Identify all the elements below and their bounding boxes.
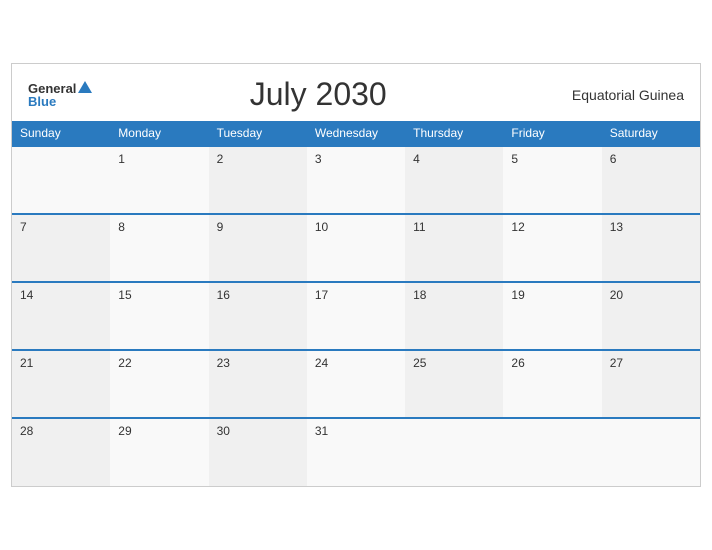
day-cell-w3-d3: 24 xyxy=(307,350,405,418)
day-num: 30 xyxy=(217,424,230,438)
day-cell-w2-d2: 16 xyxy=(209,282,307,350)
weekday-header-thursday: Thursday xyxy=(405,121,503,146)
day-num: 20 xyxy=(610,288,623,302)
day-num: 5 xyxy=(511,152,518,166)
weekday-header-sunday: Sunday xyxy=(12,121,110,146)
day-cell-w4-d3: 31 xyxy=(307,418,405,486)
calendar-grid: SundayMondayTuesdayWednesdayThursdayFrid… xyxy=(12,121,700,486)
day-cell-w2-d3: 17 xyxy=(307,282,405,350)
day-cell-w3-d2: 23 xyxy=(209,350,307,418)
day-num: 7 xyxy=(20,220,27,234)
day-cell-w1-d0: 7 xyxy=(12,214,110,282)
day-cell-w3-d0: 21 xyxy=(12,350,110,418)
weekday-header-monday: Monday xyxy=(110,121,208,146)
day-cell-w1-d4: 11 xyxy=(405,214,503,282)
day-cell-w4-d2: 30 xyxy=(209,418,307,486)
day-num: 18 xyxy=(413,288,426,302)
day-cell-w2-d6: 20 xyxy=(602,282,700,350)
day-num: 27 xyxy=(610,356,623,370)
day-num: 26 xyxy=(511,356,524,370)
day-cell-w4-d1: 29 xyxy=(110,418,208,486)
day-num: 21 xyxy=(20,356,33,370)
day-cell-w3-d6: 27 xyxy=(602,350,700,418)
day-num: 19 xyxy=(511,288,524,302)
day-cell-w1-d5: 12 xyxy=(503,214,601,282)
day-cell-w4-d0: 28 xyxy=(12,418,110,486)
day-cell-w0-d6: 6 xyxy=(602,146,700,214)
weekday-header-friday: Friday xyxy=(503,121,601,146)
day-cell-w4-d4 xyxy=(405,418,503,486)
day-num: 14 xyxy=(20,288,33,302)
day-num: 10 xyxy=(315,220,328,234)
day-cell-w2-d4: 18 xyxy=(405,282,503,350)
weekday-header-tuesday: Tuesday xyxy=(209,121,307,146)
day-cell-w0-d0 xyxy=(12,146,110,214)
calendar-container: General Blue July 2030 Equatorial Guinea… xyxy=(11,63,701,487)
day-cell-w2-d0: 14 xyxy=(12,282,110,350)
day-cell-w4-d5 xyxy=(503,418,601,486)
week-row-0: 1 2 3 4 5 6 xyxy=(12,146,700,214)
day-cell-w1-d2: 9 xyxy=(209,214,307,282)
calendar-tbody: 1234567891011121314151617181920212223242… xyxy=(12,146,700,486)
day-cell-w1-d3: 10 xyxy=(307,214,405,282)
day-num: 25 xyxy=(413,356,426,370)
day-num: 8 xyxy=(118,220,125,234)
weekday-header-saturday: Saturday xyxy=(602,121,700,146)
day-num: 1 xyxy=(118,152,125,166)
day-cell-w1-d1: 8 xyxy=(110,214,208,282)
day-num: 17 xyxy=(315,288,328,302)
day-num: 31 xyxy=(315,424,328,438)
day-cell-w0-d2: 2 xyxy=(209,146,307,214)
day-cell-w3-d4: 25 xyxy=(405,350,503,418)
country-label: Equatorial Guinea xyxy=(544,87,684,103)
day-cell-w0-d5: 5 xyxy=(503,146,601,214)
day-num: 12 xyxy=(511,220,524,234)
calendar-thead: SundayMondayTuesdayWednesdayThursdayFrid… xyxy=(12,121,700,146)
logo-line-top: General xyxy=(28,82,92,95)
day-cell-w1-d6: 13 xyxy=(602,214,700,282)
logo-blue-text: Blue xyxy=(28,95,56,108)
day-num: 23 xyxy=(217,356,230,370)
day-num: 4 xyxy=(413,152,420,166)
week-row-1: 7 8 9 10 11 12 13 xyxy=(12,214,700,282)
day-cell-w2-d5: 19 xyxy=(503,282,601,350)
day-cell-w0-d1: 1 xyxy=(110,146,208,214)
week-row-2: 14 15 16 17 18 19 20 xyxy=(12,282,700,350)
logo-triangle-icon xyxy=(78,81,92,93)
week-row-3: 21 22 23 24 25 26 27 xyxy=(12,350,700,418)
day-num: 13 xyxy=(610,220,623,234)
week-row-4: 28 29 30 31 xyxy=(12,418,700,486)
day-cell-w0-d4: 4 xyxy=(405,146,503,214)
day-num: 15 xyxy=(118,288,131,302)
day-num: 11 xyxy=(413,220,425,234)
day-num: 2 xyxy=(217,152,224,166)
day-cell-w4-d6 xyxy=(602,418,700,486)
logo-line-bottom: Blue xyxy=(28,95,56,108)
day-num: 6 xyxy=(610,152,617,166)
day-num: 22 xyxy=(118,356,131,370)
month-title: July 2030 xyxy=(92,76,544,113)
day-num: 9 xyxy=(217,220,224,234)
day-cell-w3-d1: 22 xyxy=(110,350,208,418)
day-num: 16 xyxy=(217,288,230,302)
day-num: 28 xyxy=(20,424,33,438)
logo-general-text: General xyxy=(28,82,76,95)
day-num: 29 xyxy=(118,424,131,438)
calendar-header: General Blue July 2030 Equatorial Guinea xyxy=(12,64,700,121)
weekday-header-row: SundayMondayTuesdayWednesdayThursdayFrid… xyxy=(12,121,700,146)
day-cell-w2-d1: 15 xyxy=(110,282,208,350)
logo-area: General Blue xyxy=(28,82,92,108)
day-cell-w3-d5: 26 xyxy=(503,350,601,418)
day-num: 24 xyxy=(315,356,328,370)
day-cell-w0-d3: 3 xyxy=(307,146,405,214)
weekday-header-wednesday: Wednesday xyxy=(307,121,405,146)
day-num: 3 xyxy=(315,152,322,166)
